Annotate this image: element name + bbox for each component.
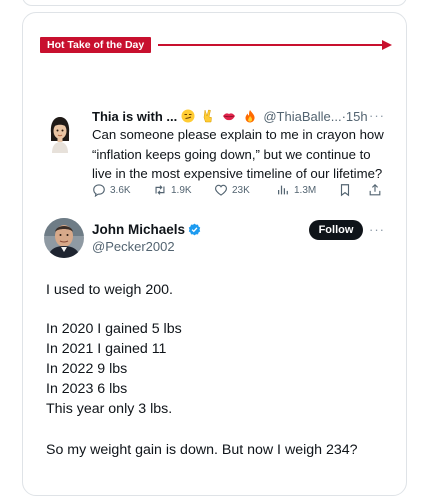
banner-label: Hot Take of the Day xyxy=(40,37,152,53)
views-button[interactable]: 1.3M xyxy=(276,182,316,198)
view-count: 1.3M xyxy=(294,184,317,196)
views-icon xyxy=(278,185,288,195)
profile-photo-icon xyxy=(44,218,84,258)
lips-emoji-icon xyxy=(223,113,236,121)
verified-badge-icon xyxy=(188,223,201,236)
fire-emoji-icon xyxy=(245,110,255,123)
like-count: 23K xyxy=(232,184,250,196)
author-display-name[interactable]: John Michaels xyxy=(92,221,201,239)
like-button[interactable]: 23K xyxy=(214,182,250,198)
post-card xyxy=(22,12,407,496)
author-name-text: John Michaels xyxy=(92,222,186,237)
memoji-avatar-icon xyxy=(50,117,70,153)
heart-icon xyxy=(214,184,228,196)
retweet-count: 1.9K xyxy=(171,184,192,196)
smirk-emoji-icon xyxy=(181,109,195,123)
tweet-line: So my weight gain is down. But now I wei… xyxy=(46,442,358,458)
quoted-tweet-text: Can someone please explain to me in cray… xyxy=(92,127,384,182)
hot-take-banner: Hot Take of the Day xyxy=(40,37,392,53)
banner-arrow-line xyxy=(158,44,384,46)
more-options-icon[interactable]: ··· xyxy=(369,222,385,238)
reply-count: 3.6K xyxy=(110,184,131,196)
quoted-action-bar: 3.6K 1.9K 23K 1.3M xyxy=(92,182,388,198)
tweet-line: This year only 3 lbs. xyxy=(46,401,173,417)
bookmark-icon xyxy=(340,184,350,197)
quoted-avatar[interactable] xyxy=(48,115,72,153)
quoted-header: Thia is with ... @ThiaBalle...·15h xyxy=(92,108,368,126)
tweet-line: In 2023 6 lbs xyxy=(46,381,128,397)
retweet-button[interactable]: 1.9K xyxy=(153,182,192,198)
reply-button[interactable]: 3.6K xyxy=(92,182,131,198)
author-handle[interactable]: @Pecker2002 xyxy=(92,238,175,256)
follow-button[interactable]: Follow xyxy=(309,220,363,240)
quoted-handle-time[interactable]: @ThiaBalle...·15h xyxy=(263,109,367,124)
quoted-more-menu-icon[interactable]: ··· xyxy=(369,108,385,124)
retweet-icon xyxy=(155,185,165,195)
bookmark-button[interactable] xyxy=(338,182,352,198)
reply-icon xyxy=(93,184,105,197)
victory-hand-emoji-icon xyxy=(204,109,213,123)
quoted-display-name[interactable]: Thia is with ... xyxy=(92,109,177,124)
tweet-line: In 2020 I gained 5 lbs xyxy=(46,321,182,337)
tweet-line: In 2021 I gained 11 xyxy=(46,341,167,357)
tweet-line: I used to weigh 200. xyxy=(46,282,173,298)
author-avatar[interactable] xyxy=(44,218,84,258)
previous-card-edge xyxy=(22,0,407,6)
arrow-head-icon xyxy=(382,40,392,50)
share-button[interactable] xyxy=(368,182,382,198)
tweet-line: In 2022 9 lbs xyxy=(46,361,128,377)
share-icon xyxy=(369,183,381,196)
